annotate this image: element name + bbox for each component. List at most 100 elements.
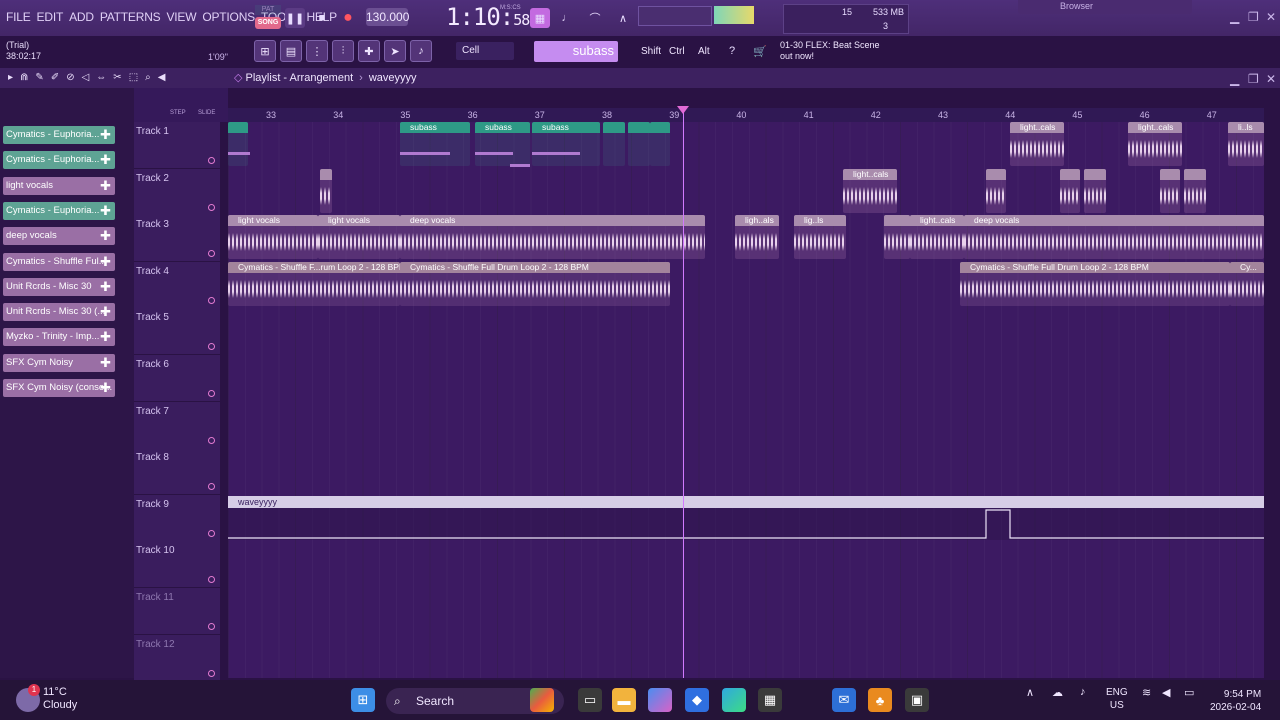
- file-explorer-icon[interactable]: ▬: [612, 688, 636, 712]
- task-view-icon[interactable]: ▭: [578, 688, 602, 712]
- playlist-restore-icon[interactable]: ❐: [1248, 72, 1259, 86]
- pause-button[interactable]: ❚❚: [285, 8, 305, 28]
- track-header[interactable]: Track 7: [134, 401, 220, 449]
- snap-select[interactable]: Cell: [456, 42, 514, 60]
- track-enable-icon[interactable]: [208, 250, 215, 258]
- mute-icon[interactable]: ◁: [82, 72, 90, 83]
- shift-key[interactable]: Shift: [641, 42, 661, 60]
- pattern-clip[interactable]: [228, 122, 248, 166]
- weather-widget[interactable]: 11°C Cloudy: [43, 686, 77, 712]
- track-enable-icon[interactable]: [208, 436, 215, 444]
- tempo-display[interactable]: 130.000: [366, 8, 409, 26]
- menu-file[interactable]: FILE: [6, 10, 31, 24]
- audio-clip[interactable]: [884, 215, 910, 259]
- track-header[interactable]: Track 3: [134, 215, 220, 263]
- audio-clip[interactable]: Cymatics - Shuffle Full Drum Loop 2 - 12…: [400, 262, 670, 306]
- playlist-icon[interactable]: ⊞: [254, 40, 276, 62]
- close-icon[interactable]: ✕: [1266, 10, 1276, 24]
- add-channel-icon[interactable]: ✚: [100, 127, 111, 143]
- tray-chevron-icon[interactable]: ∧: [1026, 686, 1034, 699]
- track-header[interactable]: Track 12: [134, 634, 220, 682]
- channel-item[interactable]: Myzko - Trinity - Imp... ✚: [3, 328, 115, 347]
- add-channel-icon[interactable]: ✚: [100, 203, 111, 219]
- audio-clip[interactable]: li..ls: [1228, 122, 1264, 166]
- brush-icon[interactable]: ✐: [51, 72, 59, 83]
- audio-clip[interactable]: Cymatics - Shuffle Full Drum Loop 2 - 12…: [960, 262, 1230, 306]
- language-indicator[interactable]: ENG US: [1106, 686, 1128, 712]
- timeline-ruler[interactable]: 33 34 35 36 37 38 39 40 41 42 43 44 45 46 47: [228, 108, 1264, 122]
- track-header[interactable]: Track 1: [134, 122, 220, 169]
- pattern-clip[interactable]: subass: [400, 122, 470, 166]
- add-channel-icon[interactable]: ✚: [100, 380, 111, 396]
- slice-icon[interactable]: ✂: [113, 72, 121, 83]
- outlook-icon[interactable]: ✉: [832, 688, 856, 712]
- track-enable-icon[interactable]: [208, 343, 215, 351]
- shop-icon[interactable]: 🛒: [750, 41, 770, 61]
- channel-item[interactable]: SFX Cym Noisy (conso... ✚: [3, 379, 115, 397]
- record-button[interactable]: ●: [338, 8, 358, 28]
- audio-clip[interactable]: deep vocals: [400, 215, 705, 259]
- browser-tab[interactable]: Browser: [1018, 0, 1192, 14]
- audio-clip[interactable]: light vocals: [228, 215, 318, 259]
- mic-icon[interactable]: ♪: [410, 40, 432, 62]
- audio-clip[interactable]: [1084, 169, 1106, 213]
- audio-clip[interactable]: [986, 169, 1006, 213]
- automation-clip[interactable]: waveyyyy: [228, 496, 1264, 540]
- playlist-grid[interactable]: [228, 122, 1264, 678]
- track-enable-icon[interactable]: [208, 576, 215, 584]
- playback-icon[interactable]: ◀: [158, 72, 166, 83]
- audio-clip[interactable]: [320, 169, 332, 213]
- channel-item[interactable]: Unit Rcrds - Misc 30 ✚: [3, 277, 115, 296]
- edge-icon[interactable]: [722, 688, 746, 712]
- track-header[interactable]: Track 9: [134, 494, 220, 542]
- track-header[interactable]: Track 6: [134, 355, 220, 402]
- delete-icon[interactable]: ⊘: [66, 72, 74, 83]
- audio-clip[interactable]: light..cals: [1128, 122, 1182, 166]
- help-icon[interactable]: ?: [722, 41, 742, 61]
- arrow-menu-icon[interactable]: ▸: [8, 72, 13, 83]
- pattern-selector[interactable]: subass: [534, 41, 618, 62]
- metronome-icon[interactable]: ♩: [557, 8, 577, 28]
- news-panel[interactable]: 01-30 FLEX: Beat Scene out now!: [780, 40, 900, 62]
- select-icon[interactable]: ⬚: [129, 72, 138, 83]
- minimize-icon[interactable]: ▁: [1230, 10, 1239, 24]
- track-header[interactable]: Track 2: [134, 168, 220, 216]
- alt-key[interactable]: Alt: [698, 42, 710, 60]
- menu-view[interactable]: VIEW: [166, 10, 196, 24]
- audio-clip[interactable]: light vocals: [318, 215, 400, 259]
- audio-clip[interactable]: Cy...: [1230, 262, 1264, 306]
- fl-studio-icon[interactable]: ♣: [868, 688, 892, 712]
- pattern-clip[interactable]: subass: [475, 122, 530, 166]
- add-channel-icon[interactable]: ✚: [100, 355, 111, 371]
- track-header[interactable]: Track 4: [134, 261, 220, 309]
- magnet-icon[interactable]: ⋒: [20, 72, 28, 83]
- mixer-icon[interactable]: ⫶: [332, 40, 354, 62]
- channel-item[interactable]: Unit Rcrds - Misc 30 (... ✚: [3, 303, 115, 322]
- track-header[interactable]: Track 10: [134, 541, 220, 589]
- media-icon[interactable]: ▣: [905, 688, 929, 712]
- battery-icon[interactable]: ▭: [1184, 686, 1194, 699]
- windows-start-icon[interactable]: ⊞: [351, 688, 375, 712]
- add-channel-icon[interactable]: ✚: [100, 228, 111, 244]
- pat-song-toggle[interactable]: PAT SONG: [255, 5, 281, 31]
- onedrive-icon[interactable]: ☁: [1052, 686, 1063, 699]
- playlist-minimize-icon[interactable]: ▁: [1230, 72, 1239, 86]
- audio-clip[interactable]: [1060, 169, 1080, 213]
- audio-clip[interactable]: light..cals: [910, 215, 964, 259]
- store-icon[interactable]: ▦: [758, 688, 782, 712]
- typing-keyboard-icon[interactable]: ▦: [530, 8, 550, 28]
- track-header[interactable]: Track 8: [134, 448, 220, 496]
- zoom-icon[interactable]: ⌕: [145, 72, 151, 83]
- arrow-icon[interactable]: ➤: [384, 40, 406, 62]
- add-channel-icon[interactable]: ✚: [100, 279, 111, 295]
- audio-clip[interactable]: deep vocals: [964, 215, 1264, 259]
- add-channel-icon[interactable]: ✚: [100, 178, 111, 194]
- audio-clip[interactable]: Cymatics - Shuffle F...rum Loop 2 - 128 …: [228, 262, 400, 306]
- wait-input-icon[interactable]: ⌒: [585, 8, 605, 28]
- track-enable-icon[interactable]: [208, 296, 215, 304]
- menu-add[interactable]: ADD: [69, 10, 94, 24]
- channel-item[interactable]: Cymatics - Euphoria... ✚: [3, 126, 115, 144]
- add-channel-icon[interactable]: ✚: [100, 329, 111, 345]
- slip-icon[interactable]: ⇔: [96, 72, 106, 83]
- taskbar-clock[interactable]: 9:54 PM 2026-02-04: [1210, 688, 1261, 714]
